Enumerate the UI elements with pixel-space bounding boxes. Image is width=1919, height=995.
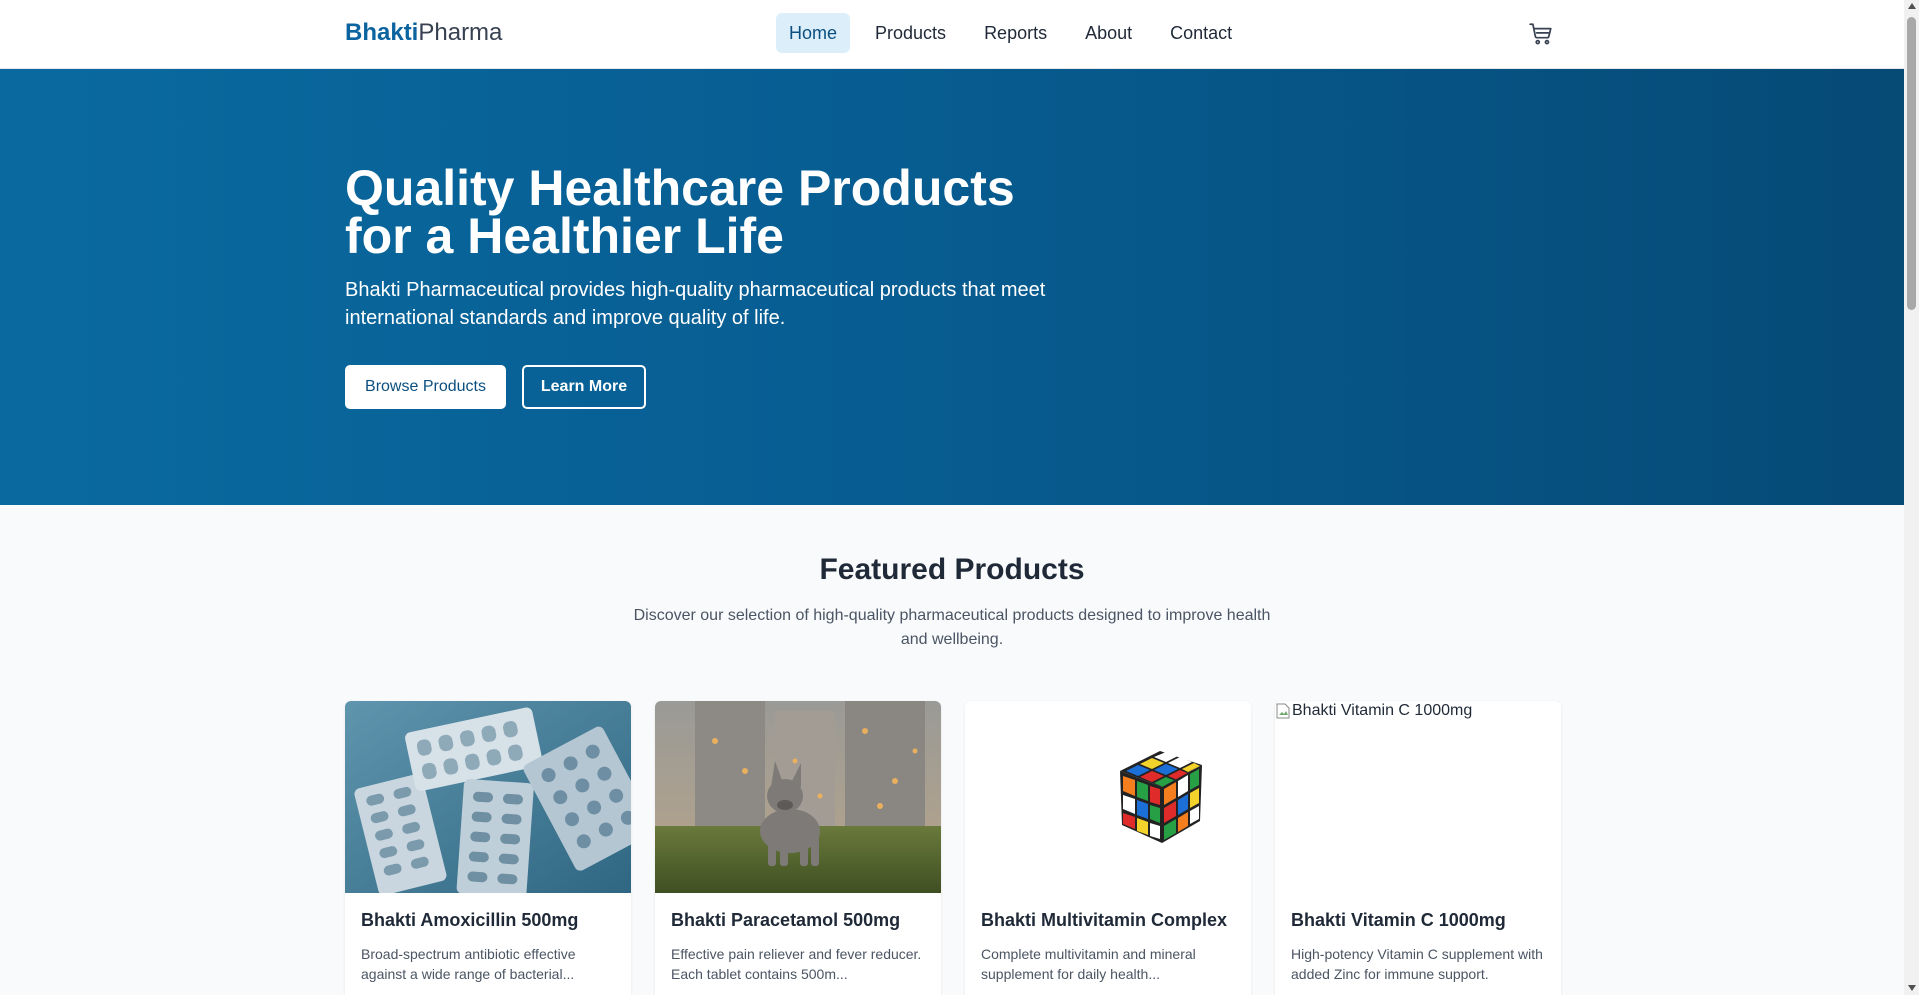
product-card[interactable]: Bhakti Multivitamin Complex Complete mul… (965, 701, 1251, 995)
scroll-up-arrow-icon[interactable] (1908, 3, 1916, 9)
product-name[interactable]: Bhakti Paracetamol 500mg (671, 910, 900, 931)
nav-reports[interactable]: Reports (971, 13, 1060, 53)
vertical-scrollbar[interactable] (1904, 0, 1919, 995)
product-description: High-potency Vitamin C supplement with a… (1291, 946, 1543, 982)
hero-subtitle: Bhakti Pharmaceutical provides high-qual… (345, 279, 1046, 329)
brand-part-1: Bhakti (345, 19, 419, 46)
product-card[interactable]: Bhakti Vitamin C 1000mg Bhakti Vitamin C… (1275, 701, 1561, 995)
featured-subtitle: Discover our selection of high-quality p… (633, 607, 1271, 648)
brand-logo[interactable]: BhaktiPharma (345, 19, 502, 47)
product-image-broken[interactable]: Bhakti Vitamin C 1000mg (1275, 701, 1561, 893)
hero-section: Quality Healthcare Products for a Health… (0, 69, 1904, 505)
product-image-blister-packs[interactable] (345, 701, 631, 893)
learn-more-button[interactable]: Learn More (522, 365, 646, 409)
broken-image-alt: Bhakti Vitamin C 1000mg (1292, 702, 1473, 719)
product-name[interactable]: Bhakti Vitamin C 1000mg (1291, 910, 1506, 931)
featured-title: Featured Products (819, 553, 1085, 586)
broken-image: Bhakti Vitamin C 1000mg (1276, 702, 1472, 720)
nav-about[interactable]: About (1072, 13, 1145, 53)
product-image-french-bulldog[interactable] (655, 701, 941, 893)
shopping-cart-icon[interactable] (1528, 21, 1554, 47)
brand-part-2: Pharma (418, 19, 503, 46)
product-name[interactable]: Bhakti Multivitamin Complex (981, 910, 1227, 931)
browse-products-button[interactable]: Browse Products (345, 365, 506, 409)
navbar: BhaktiPharma Home Products Reports About… (0, 0, 1904, 69)
product-name[interactable]: Bhakti Amoxicillin 500mg (361, 910, 578, 931)
product-card[interactable]: Bhakti Amoxicillin 500mg Broad-spectrum … (345, 701, 631, 995)
nav-home[interactable]: Home (776, 13, 851, 53)
scroll-thumb[interactable] (1907, 17, 1916, 310)
nav-links: Home Products Reports About Contact (776, 13, 1245, 53)
broken-image-icon (1276, 703, 1290, 719)
product-description: Broad-spectrum antibiotic effective agai… (361, 946, 576, 982)
nav-contact[interactable]: Contact (1157, 13, 1245, 53)
scroll-down-arrow-icon[interactable] (1908, 985, 1916, 991)
nav-products[interactable]: Products (862, 13, 959, 53)
product-card[interactable]: Bhakti Paracetamol 500mg Effective pain … (655, 701, 941, 995)
product-image-rubiks-cube[interactable] (965, 701, 1251, 893)
product-grid: Bhakti Amoxicillin 500mg Broad-spectrum … (345, 701, 1561, 995)
product-description: Complete multivitamin and mineral supple… (981, 946, 1196, 982)
hero-title: Quality Healthcare Products for a Health… (345, 160, 1015, 264)
product-description: Effective pain reliever and fever reduce… (671, 946, 922, 982)
